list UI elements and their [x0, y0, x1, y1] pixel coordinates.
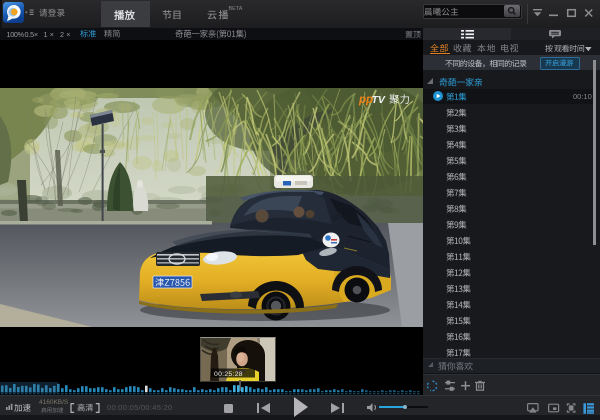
svg-text:TV: TV: [372, 94, 386, 106]
